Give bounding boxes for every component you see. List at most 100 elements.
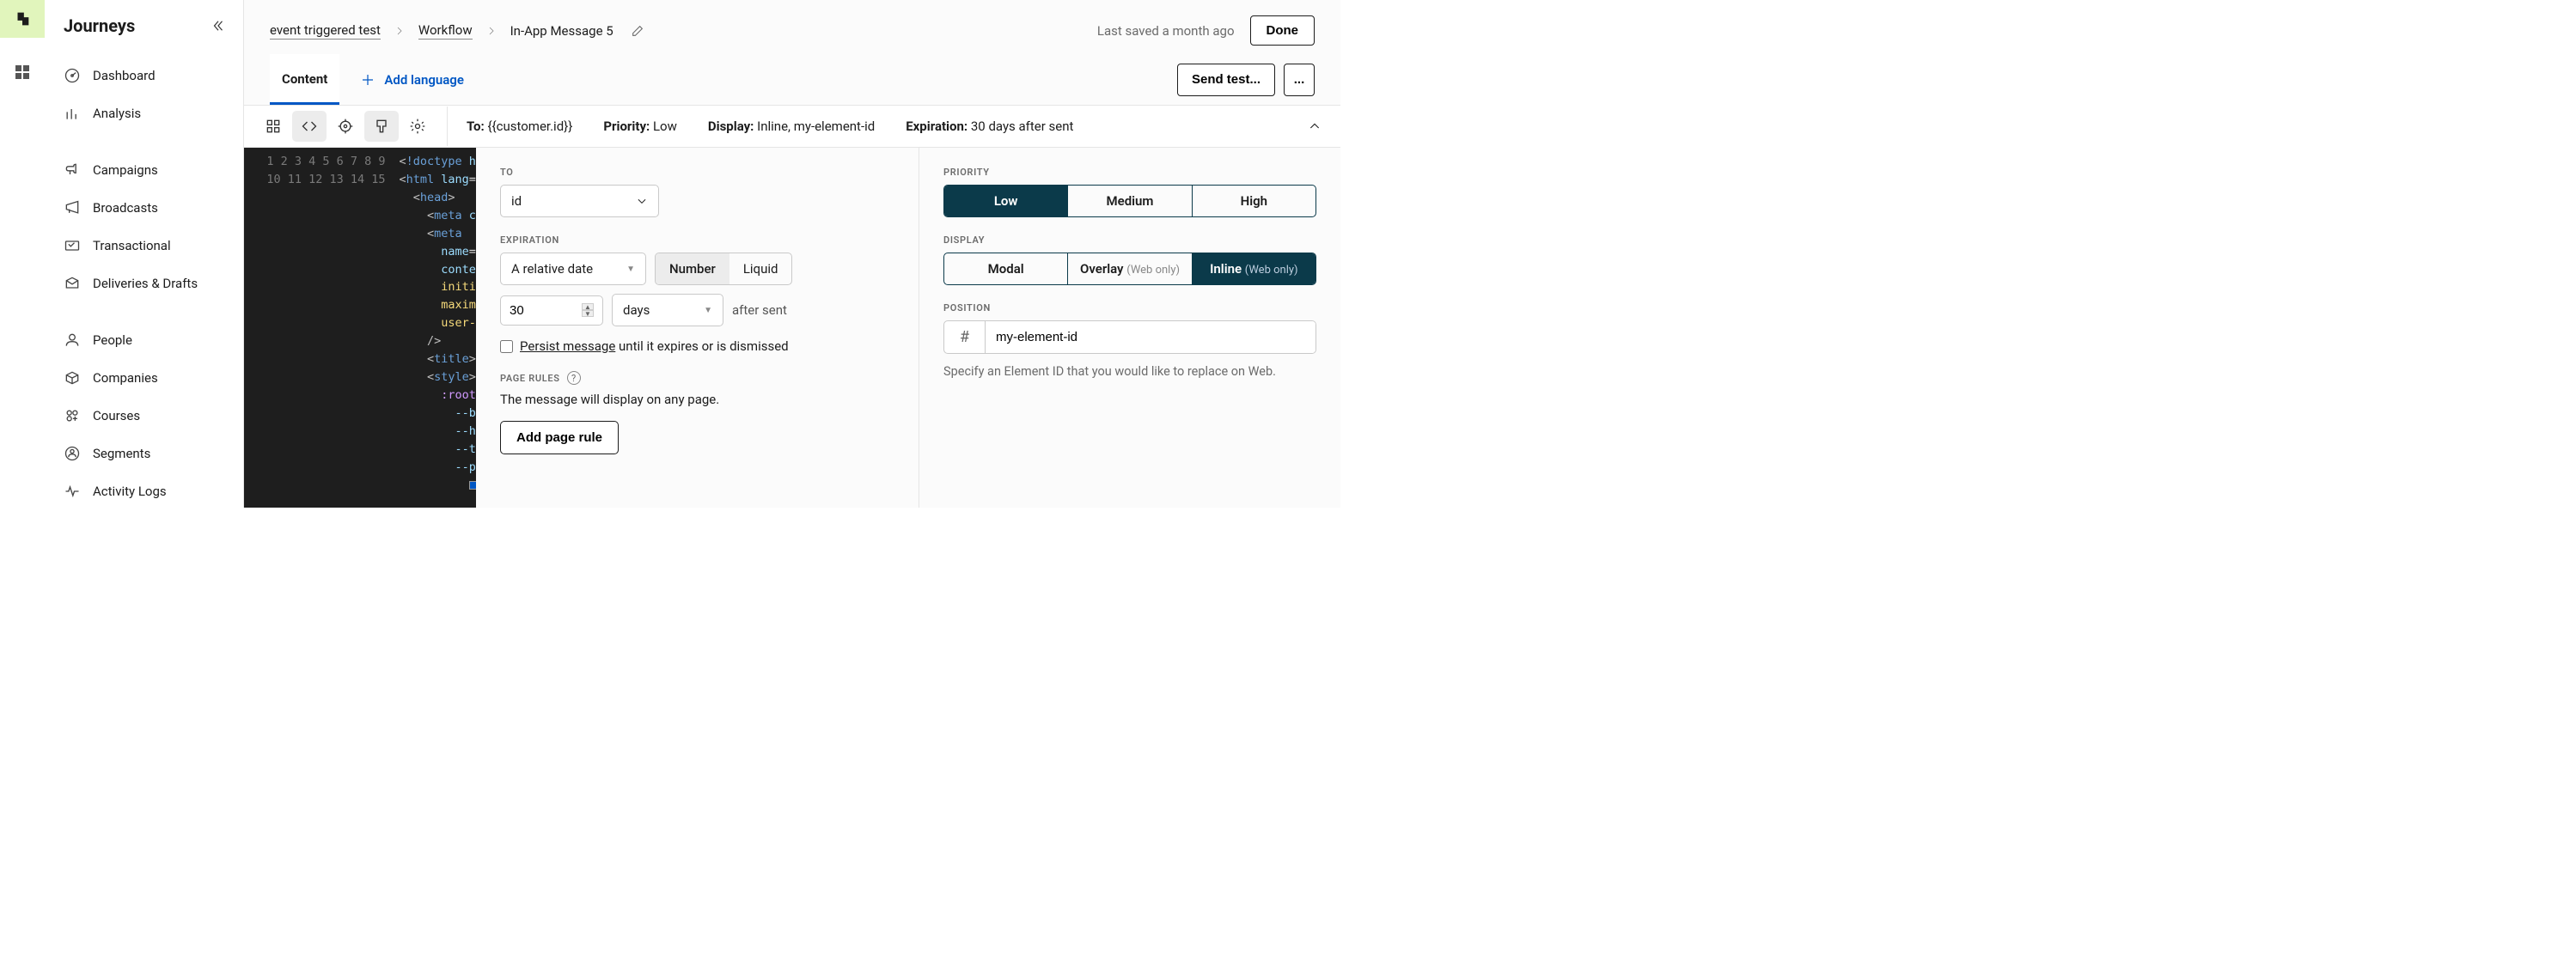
sidebar: Journeys Dashboard Analysis Campaigns Br…	[45, 0, 244, 508]
page-rules-label: PAGE RULES	[500, 373, 560, 384]
style-tool-button[interactable]	[364, 111, 399, 142]
main-panel: event triggered test Workflow In-App Mes…	[244, 0, 1340, 508]
sidebar-item-label: Activity Logs	[93, 484, 167, 499]
number-stepper[interactable]: ▲▼	[582, 303, 594, 317]
sidebar-title: Journeys	[64, 15, 135, 36]
sidebar-item-label: People	[93, 332, 132, 348]
summary-display-value: Inline, my-element-id	[757, 119, 875, 134]
tab-row: Content Add language Send test... ...	[244, 54, 1340, 105]
summary-priority-label: Priority:	[603, 119, 650, 134]
sidebar-item-analysis[interactable]: Analysis	[45, 94, 243, 132]
summary-priority-value: Low	[653, 119, 677, 134]
sidebar-item-campaigns[interactable]: Campaigns	[45, 151, 243, 189]
plus-icon	[360, 72, 375, 88]
chevron-right-icon	[394, 26, 405, 36]
sidebar-item-label: Analysis	[93, 106, 141, 121]
display-config-panel: PRIORITY Low Medium High DISPLAY Modal O…	[919, 148, 1340, 508]
sidebar-item-broadcasts[interactable]: Broadcasts	[45, 189, 243, 227]
last-saved-text: Last saved a month ago	[1097, 23, 1235, 39]
expiration-mode-select[interactable]: A relative date ▼	[500, 253, 646, 285]
code-tool-button[interactable]	[292, 111, 327, 142]
sidebar-item-label: Courses	[93, 408, 140, 423]
add-page-rule-button[interactable]: Add page rule	[500, 421, 619, 454]
page-rules-text: The message will display on any page.	[500, 392, 894, 407]
send-test-button[interactable]: Send test...	[1177, 64, 1275, 96]
priority-option-medium[interactable]: Medium	[1068, 186, 1192, 216]
sidebar-item-label: Dashboard	[93, 68, 156, 83]
sidebar-item-activity-logs[interactable]: Activity Logs	[45, 472, 243, 510]
breadcrumb-link[interactable]: Workflow	[418, 22, 473, 40]
display-segment: Modal Overlay (Web only) Inline (Web onl…	[943, 253, 1316, 285]
expiration-number-input[interactable]: ▲▼	[500, 295, 603, 326]
tab-content[interactable]: Content	[270, 54, 339, 105]
breadcrumb-link[interactable]: event triggered test	[270, 22, 381, 40]
to-field-label: TO	[500, 167, 894, 178]
expiration-type-number[interactable]: Number	[656, 253, 729, 284]
sidebar-item-label: Transactional	[93, 238, 171, 253]
persist-checkbox[interactable]	[500, 340, 513, 353]
expiration-number-field[interactable]	[510, 303, 570, 318]
code-body[interactable]: <!doctype html> <html lang="en"> <head> …	[394, 148, 476, 508]
collapse-sidebar-icon[interactable]	[211, 18, 226, 33]
position-hint: Specify an Element ID that you would lik…	[943, 364, 1316, 379]
priority-segment: Low Medium High	[943, 185, 1316, 217]
edit-icon[interactable]	[631, 24, 644, 38]
sidebar-item-segments[interactable]: Segments	[45, 435, 243, 472]
summary-expiration-label: Expiration:	[906, 119, 968, 134]
sidebar-item-dashboard[interactable]: Dashboard	[45, 57, 243, 94]
app-switcher-icon[interactable]	[12, 62, 33, 82]
expiration-type-segment: Number Liquid	[655, 253, 792, 285]
summary-to-label: To:	[467, 119, 485, 134]
chevron-down-icon	[636, 195, 648, 207]
help-icon[interactable]: ?	[567, 371, 581, 385]
breadcrumb: event triggered test Workflow In-App Mes…	[270, 22, 644, 40]
sidebar-item-people[interactable]: People	[45, 321, 243, 359]
sidebar-item-label: Broadcasts	[93, 200, 158, 216]
expiration-unit-select[interactable]: days ▼	[612, 294, 723, 326]
add-language-button[interactable]: Add language	[339, 72, 464, 88]
layout-tool-button[interactable]	[256, 111, 290, 142]
persist-suffix: until it expires or is dismissed	[615, 338, 788, 354]
display-option-inline[interactable]: Inline (Web only)	[1193, 253, 1315, 284]
priority-option-high[interactable]: High	[1193, 186, 1315, 216]
app-icon-rail	[0, 0, 45, 508]
summary-display-label: Display:	[708, 119, 754, 134]
expiration-type-liquid[interactable]: Liquid	[729, 253, 792, 284]
position-input-group: #	[943, 320, 1316, 354]
to-select[interactable]: id	[500, 185, 659, 217]
expiration-suffix: after sent	[732, 302, 787, 318]
expiration-unit-value: days	[623, 302, 650, 318]
expiration-field-label: EXPIRATION	[500, 234, 894, 246]
summary-expiration-value: 30 days after sent	[971, 119, 1074, 134]
chevron-up-icon	[1308, 119, 1322, 133]
expiration-mode-value: A relative date	[511, 261, 593, 277]
sidebar-item-courses[interactable]: Courses	[45, 397, 243, 435]
more-actions-button[interactable]: ...	[1284, 64, 1315, 96]
config-summary-bar[interactable]: To: {{customer.id}} Priority: Low Displa…	[447, 107, 1340, 146]
sidebar-item-label: Segments	[93, 446, 150, 461]
summary-to-value: {{customer.id}}	[487, 119, 572, 134]
brand-logo[interactable]	[0, 0, 45, 38]
to-select-value: id	[511, 193, 522, 209]
add-language-label: Add language	[384, 72, 464, 88]
sidebar-item-label: Deliveries & Drafts	[93, 276, 198, 291]
display-option-modal[interactable]: Modal	[944, 253, 1068, 284]
done-button[interactable]: Done	[1250, 15, 1315, 46]
code-gutter: 1 2 3 4 5 6 7 8 9 10 11 12 13 14 15	[244, 148, 394, 508]
code-editor[interactable]: 1 2 3 4 5 6 7 8 9 10 11 12 13 14 15 <!do…	[244, 148, 476, 508]
sidebar-item-transactional[interactable]: Transactional	[45, 227, 243, 265]
position-label: POSITION	[943, 302, 1316, 314]
settings-tool-button[interactable]	[400, 111, 435, 142]
position-prefix: #	[944, 321, 986, 353]
priority-option-low[interactable]: Low	[944, 186, 1068, 216]
breadcrumb-current: In-App Message 5	[510, 23, 613, 39]
display-option-overlay[interactable]: Overlay (Web only)	[1068, 253, 1192, 284]
target-tool-button[interactable]	[328, 111, 363, 142]
position-input[interactable]	[986, 321, 1315, 353]
sidebar-item-companies[interactable]: Companies	[45, 359, 243, 397]
display-label: DISPLAY	[943, 234, 1316, 246]
sidebar-item-deliveries[interactable]: Deliveries & Drafts	[45, 265, 243, 302]
config-form: TO id EXPIRATION A relative date ▼	[476, 148, 919, 508]
editor-toolbar-row: To: {{customer.id}} Priority: Low Displa…	[244, 106, 1340, 148]
sidebar-item-label: Companies	[93, 370, 158, 386]
